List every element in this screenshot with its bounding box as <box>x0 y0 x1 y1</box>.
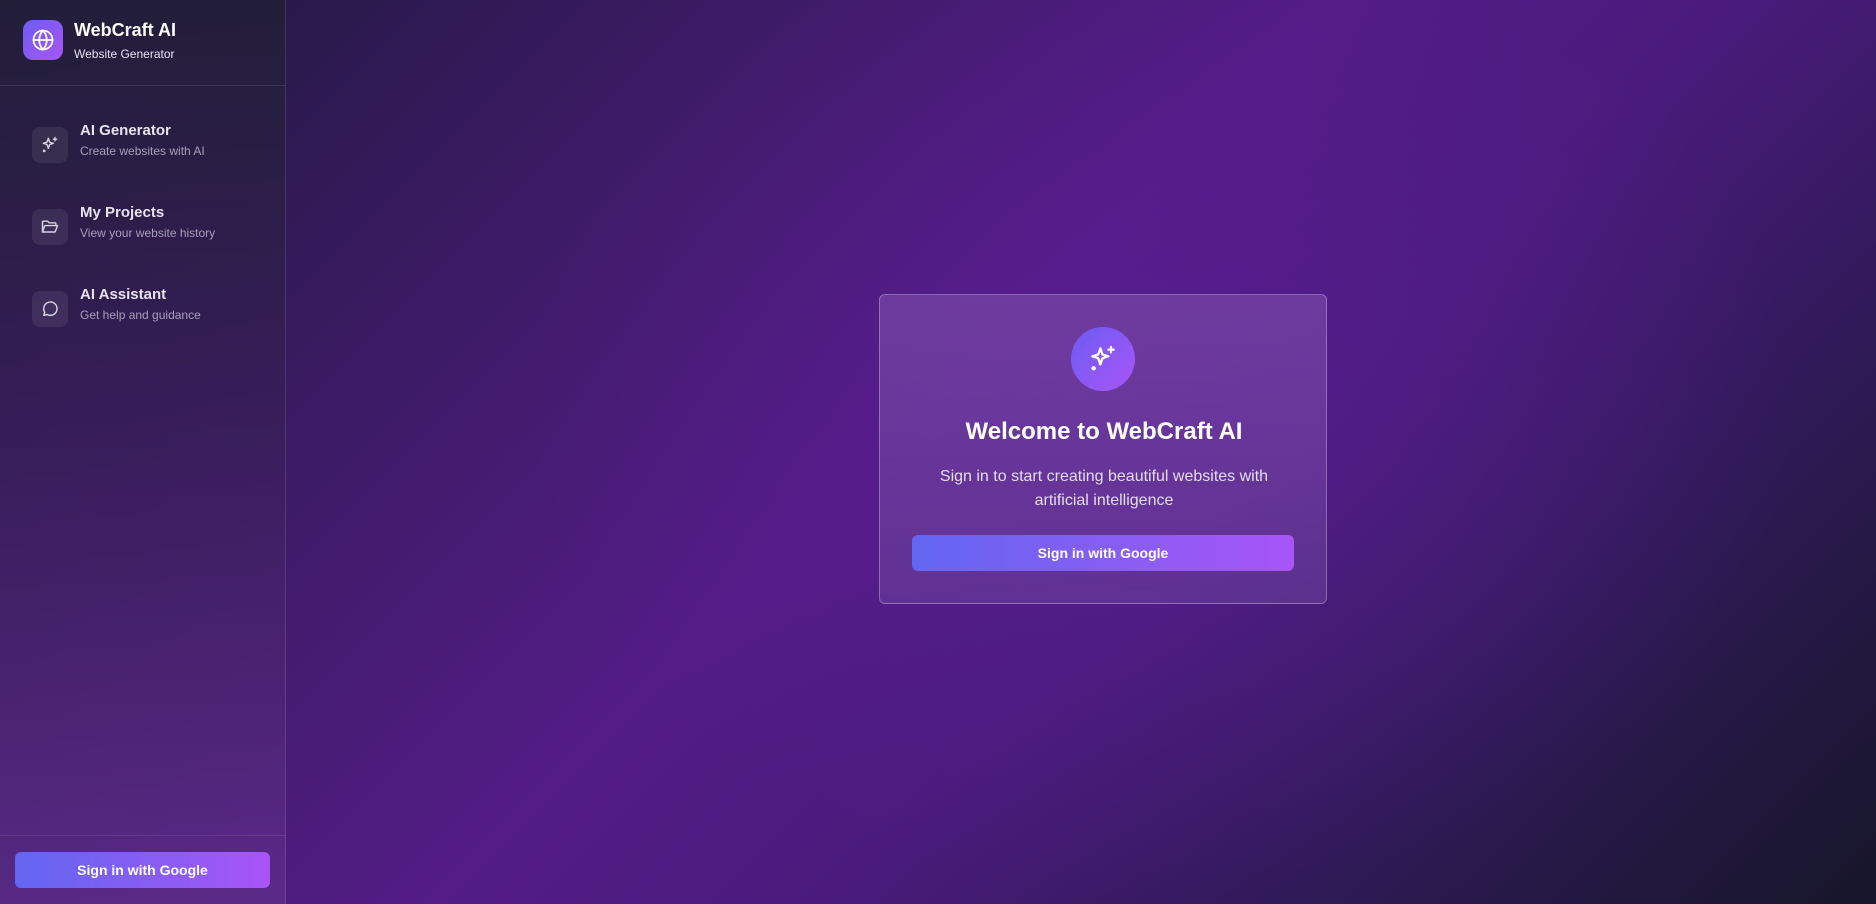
sidebar-item-description: Create websites with AI <box>80 144 205 158</box>
globe-icon <box>23 20 63 60</box>
brand-header: WebCraft AI Website Generator <box>0 0 286 86</box>
signin-google-button[interactable]: Sign in with Google <box>912 535 1294 571</box>
sidebar-item-description: Get help and guidance <box>80 308 201 322</box>
sidebar-item-my-projects[interactable]: My Projects View your website history <box>32 204 262 254</box>
welcome-title: Welcome to WebCraft AI <box>965 418 1243 445</box>
welcome-description: Sign in to start creating beautiful webs… <box>939 468 1269 509</box>
sidebar-item-label: AI Generator <box>80 122 171 139</box>
sidebar-item-label: My Projects <box>80 204 165 221</box>
app-title: WebCraft AI <box>74 20 177 40</box>
sidebar-item-description: View your website history <box>80 226 216 240</box>
sidebar: WebCraft AI Website Generator AI Generat… <box>0 0 286 904</box>
sidebar-item-label: AI Assistant <box>80 286 167 303</box>
signin-card: Welcome to WebCraft AI Sign in to start … <box>879 294 1327 604</box>
sidebar-signin-button[interactable]: Sign in with Google <box>15 852 270 888</box>
sparkles-icon <box>32 127 68 163</box>
app-subtitle: Website Generator <box>74 47 175 61</box>
sidebar-footer: Sign in with Google <box>0 835 286 904</box>
sidebar-item-ai-generator[interactable]: AI Generator Create websites with AI <box>32 122 262 172</box>
chat-bubble-icon <box>32 291 68 327</box>
folder-open-icon <box>32 209 68 245</box>
sidebar-item-ai-assistant[interactable]: AI Assistant Get help and guidance <box>32 286 262 336</box>
sparkles-icon <box>1071 327 1135 391</box>
